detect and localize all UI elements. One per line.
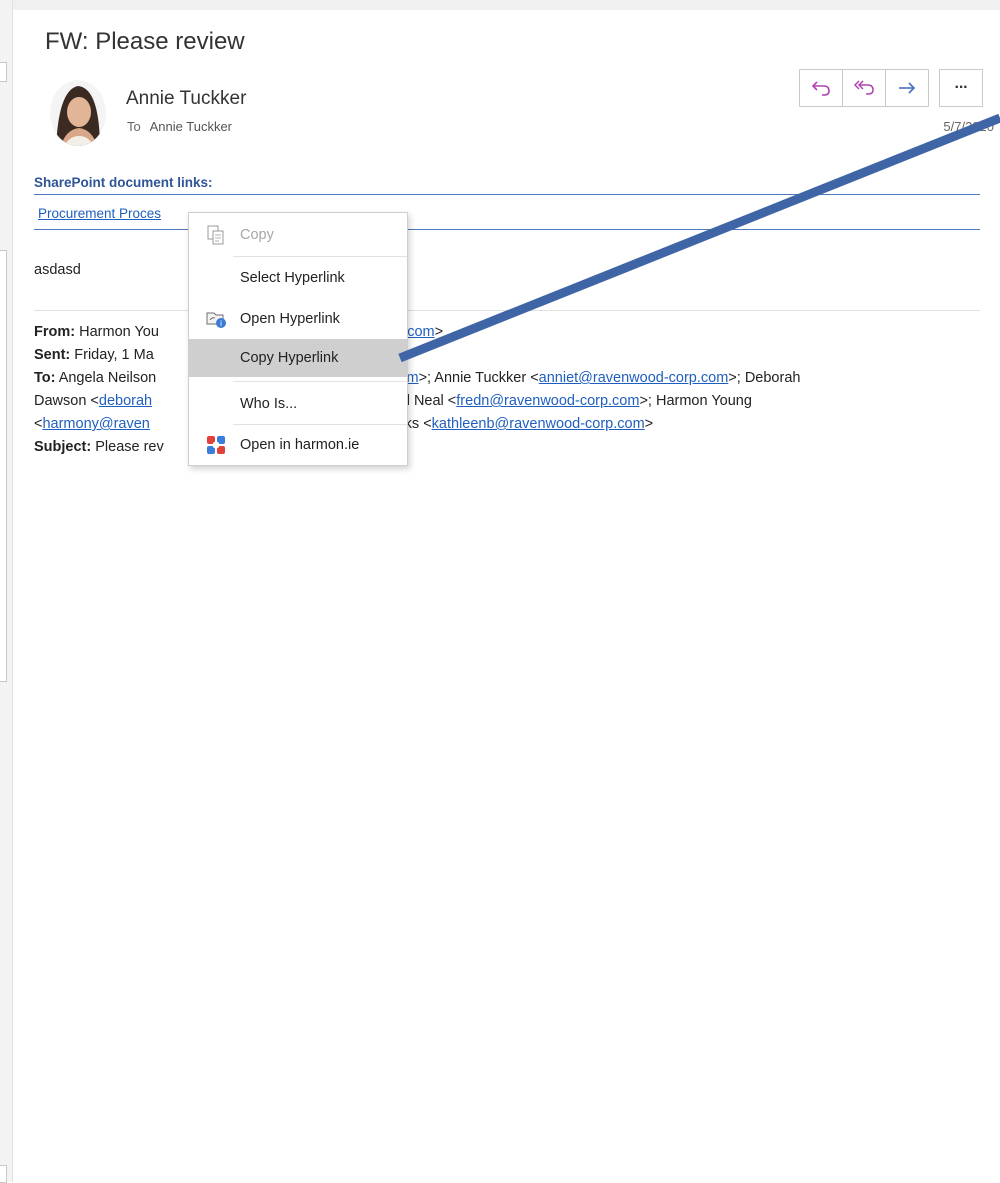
reply-button[interactable] bbox=[799, 69, 843, 107]
menu-item-copy-hyperlink[interactable]: Copy Hyperlink bbox=[189, 339, 407, 377]
rail-panel-edge bbox=[0, 250, 7, 682]
email-subject: FW: Please review bbox=[45, 28, 245, 55]
forwarded-to-line-continued: Dawson <deborah Fred Neal <fredn@ravenwoo… bbox=[34, 393, 752, 409]
reply-all-icon bbox=[853, 80, 874, 95]
message-actions: ··· bbox=[799, 69, 983, 109]
more-actions-button[interactable]: ··· bbox=[939, 69, 983, 107]
top-strip bbox=[0, 0, 1000, 10]
harmonie-icon bbox=[207, 436, 225, 454]
recipient-email-link[interactable]: deborah bbox=[99, 393, 152, 409]
menu-item-label: Copy bbox=[240, 227, 274, 243]
forward-button[interactable] bbox=[885, 69, 929, 107]
more-icon: ··· bbox=[954, 79, 969, 96]
menu-item-label: Who Is... bbox=[240, 396, 298, 412]
svg-text:i: i bbox=[220, 319, 222, 328]
forward-divider bbox=[34, 310, 980, 311]
recipient-email-link[interactable]: fredn@ravenwood-corp.com bbox=[456, 393, 639, 409]
menu-separator bbox=[233, 256, 407, 257]
recipient-email-link[interactable]: anniet@ravenwood-corp.com bbox=[539, 370, 729, 386]
forward-icon bbox=[899, 82, 916, 94]
menu-item-copy[interactable]: Copy bbox=[189, 216, 407, 254]
menu-item-who-is[interactable]: Who Is... bbox=[189, 385, 407, 423]
copy-icon bbox=[207, 225, 224, 245]
message-body-text: asdasd bbox=[34, 262, 81, 278]
forwarded-to-line-continued: <harmony@ravenBanks <kathleenb@ravenwood… bbox=[34, 416, 654, 432]
recipient-email-link[interactable]: harmony@raven bbox=[42, 416, 149, 432]
sender-name[interactable]: Annie Tuckker bbox=[126, 88, 246, 110]
reply-icon bbox=[811, 81, 830, 96]
forwarded-subject-line: Subject: Please rev bbox=[34, 439, 164, 455]
forwarded-from-line: From: Harmon Youl-corp.com> bbox=[34, 324, 444, 340]
menu-item-select-hyperlink[interactable]: Select Hyperlink bbox=[189, 259, 407, 297]
sender-avatar[interactable] bbox=[50, 80, 106, 146]
forwarded-sent-line: Sent: Friday, 1 Ma bbox=[34, 347, 154, 363]
menu-item-label: Open in harmon.ie bbox=[240, 437, 360, 453]
sharepoint-links-header: SharePoint document links: bbox=[34, 175, 980, 195]
rail-marker bbox=[0, 1165, 7, 1183]
recipients-line: To Annie Tuckker bbox=[127, 119, 232, 134]
rail-marker bbox=[0, 62, 7, 82]
menu-item-label: Open Hyperlink bbox=[240, 311, 340, 327]
sharepoint-link-row: Procurement Proces bbox=[34, 205, 980, 230]
menu-item-label: Select Hyperlink bbox=[240, 270, 345, 286]
sharepoint-document-link[interactable]: Procurement Proces bbox=[38, 206, 161, 221]
menu-item-open-in-harmonie[interactable]: Open in harmon.ie bbox=[189, 426, 407, 464]
menu-separator bbox=[233, 381, 407, 382]
menu-item-label: Copy Hyperlink bbox=[240, 350, 339, 366]
forwarded-to-line: To: Angela Neilsonrp.com>; Annie Tuckker… bbox=[34, 370, 801, 386]
reply-all-button[interactable] bbox=[842, 69, 886, 107]
to-label: To bbox=[127, 119, 141, 134]
menu-item-open-hyperlink[interactable]: i Open Hyperlink bbox=[189, 300, 407, 338]
menu-separator bbox=[233, 424, 407, 425]
hyperlink-context-menu: Copy Select Hyperlink i Open Hyperlink C… bbox=[188, 212, 408, 466]
forwarded-header: From: Harmon Youl-corp.com> Sent: Friday… bbox=[34, 321, 984, 459]
recipient-email-link[interactable]: kathleenb@ravenwood-corp.com bbox=[432, 416, 645, 432]
recipient-name[interactable]: Annie Tuckker bbox=[150, 119, 232, 134]
left-rail bbox=[0, 0, 13, 1183]
open-hyperlink-icon: i bbox=[206, 312, 226, 328]
message-date: 5/7/2020 bbox=[943, 119, 994, 134]
